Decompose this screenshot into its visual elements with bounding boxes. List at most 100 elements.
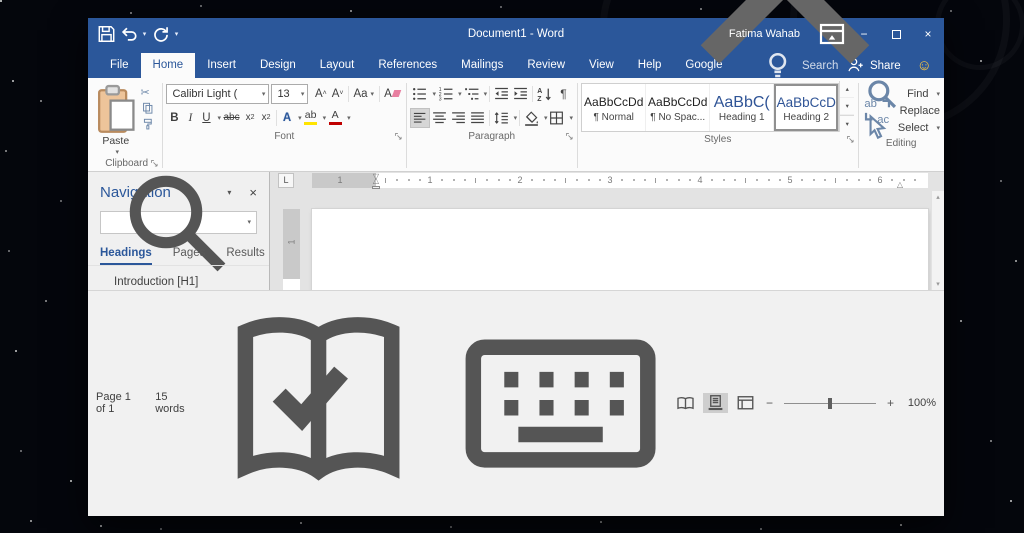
align-center-icon[interactable] [430,108,449,128]
ruler-tick [408,179,410,181]
copy-icon[interactable] [137,100,159,116]
customize-qat-icon[interactable]: ▾ [172,30,181,38]
web-layout-icon[interactable] [733,393,758,413]
scroll-up-icon[interactable]: ▴ [936,193,940,201]
ruler-number: 6 [877,173,882,188]
nav-heading-item[interactable]: Introduction [H1] [88,273,269,290]
font-size-combobox[interactable]: 13 ▾ [271,84,308,104]
proofing-errors-icon[interactable] [206,291,431,516]
read-mode-icon[interactable] [673,393,698,413]
svg-text:Z: Z [537,96,542,103]
zoom-out-icon[interactable]: − [763,396,776,410]
clipboard-group: Paste ▾ ✂ Clipboard [91,80,162,171]
sort-icon[interactable]: AZ [535,84,554,104]
align-left-icon[interactable] [410,108,429,128]
change-case-icon[interactable]: Aa▾ [351,84,377,104]
grow-font-icon[interactable]: A˄ [312,84,329,104]
clear-formatting-icon[interactable]: A [382,84,403,104]
vertical-scrollbar[interactable]: ▴ ▾ [931,191,944,290]
line-spacing-icon[interactable] [492,108,511,128]
nav-tab-pages[interactable]: Pages [173,247,206,265]
text-effects-icon[interactable]: A [279,108,295,128]
font-color-icon[interactable]: A [326,108,344,128]
font-dialog-launcher-icon[interactable] [393,131,404,142]
ruler-tick [689,179,691,181]
zoom-level[interactable]: 100% [902,397,936,409]
superscript-icon[interactable]: x2 [258,108,274,128]
keyboard-language-icon[interactable] [448,291,673,516]
maximize-icon[interactable] [880,18,912,50]
paragraph-dialog-launcher-icon[interactable] [564,131,575,142]
multilevel-list-icon[interactable] [462,84,481,104]
zoom-slider[interactable] [784,403,876,404]
paste-button[interactable]: Paste ▾ [95,81,137,156]
bullets-icon[interactable] [410,84,429,104]
signed-in-user[interactable]: Fatima Wahab [729,28,800,40]
nav-tab-results[interactable]: Results [226,247,264,265]
borders-icon[interactable] [547,108,566,128]
undo-dropdown-icon[interactable]: ▾ [140,30,149,38]
ruler-tick [576,179,578,181]
justify-icon[interactable] [468,108,487,128]
align-right-icon[interactable] [449,108,468,128]
italic-icon[interactable]: I [182,108,198,128]
underline-icon[interactable]: U [198,108,214,128]
save-icon[interactable] [96,23,117,45]
decrease-indent-icon[interactable] [492,84,511,104]
clipboard-dialog-launcher-icon[interactable] [149,158,160,169]
tab-file[interactable]: File [98,53,141,78]
tab-home[interactable]: Home [141,53,196,78]
tab-review[interactable]: Review [515,53,577,78]
tab-view[interactable]: View [577,53,626,78]
ruler-tick [419,179,421,181]
ruler-tick [655,178,656,183]
redo-icon[interactable] [150,23,171,45]
ruler-tick [621,179,623,181]
tab-stop-selector[interactable]: L [278,173,294,188]
scroll-down-icon[interactable]: ▾ [936,280,940,288]
close-icon[interactable]: × [912,18,944,50]
title-bar[interactable]: ▾ ▾ Document1 - Word Fatima Wahab − × [88,18,944,50]
print-layout-icon[interactable] [703,393,728,413]
left-indent-marker[interactable] [372,186,380,189]
zoom-slider-thumb[interactable] [828,398,832,409]
word-count[interactable]: 15 words [155,391,189,415]
undo-icon[interactable] [118,23,139,45]
subscript-icon[interactable]: x2 [242,108,258,128]
clipboard-paste-icon [95,84,137,134]
tab-insert[interactable]: Insert [195,53,248,78]
bold-icon[interactable]: B [166,108,182,128]
numbering-icon[interactable]: 123 [436,84,455,104]
tab-design[interactable]: Design [248,53,308,78]
shrink-font-icon[interactable]: A˅ [329,84,346,104]
navigation-close-icon[interactable]: × [249,186,257,199]
font-color-bar [329,122,342,126]
paragraph-group: ▾ 123▾ ▾ AZ ¶ ▾ [406,80,577,171]
shading-icon[interactable] [522,108,541,128]
strikethrough-icon[interactable]: abc [221,108,242,128]
search-options-icon[interactable]: ▾ [247,218,251,226]
nav-tab-headings[interactable]: Headings [100,247,152,265]
tab-mailings[interactable]: Mailings [449,53,515,78]
horizontal-ruler[interactable]: L ▽ △ △ 1123456 [270,172,944,191]
ribbon-display-options-icon[interactable] [816,18,848,50]
hanging-indent-marker[interactable]: △ [373,177,379,185]
style-name: ¶ Normal [594,112,634,123]
ruler-tick [543,179,545,181]
editor-area: L ▽ △ △ 1123456 112 Introduction [H1]Bri… [270,172,944,290]
text-highlight-icon[interactable]: ab [302,108,320,128]
show-hide-marks-icon[interactable]: ¶ [554,84,573,104]
cut-icon[interactable]: ✂ [137,84,159,100]
zoom-in-icon[interactable]: + [884,396,897,410]
format-painter-icon[interactable] [137,116,159,132]
tab-layout[interactable]: Layout [308,53,367,78]
font-name-combobox[interactable]: Calibri Light ( ▾ [166,84,269,104]
page-indicator[interactable]: Page 1 of 1 [96,391,138,415]
minimize-icon[interactable]: − [848,18,880,50]
word-window: ▾ ▾ Document1 - Word Fatima Wahab − × Fi… [88,18,944,516]
right-indent-marker[interactable]: △ [897,181,903,189]
increase-indent-icon[interactable] [511,84,530,104]
document-page[interactable]: Introduction [H1]Brief Summary [H1]A Sli… [312,209,928,290]
tab-references[interactable]: References [366,53,449,78]
vertical-ruler[interactable]: 112 [283,209,300,290]
